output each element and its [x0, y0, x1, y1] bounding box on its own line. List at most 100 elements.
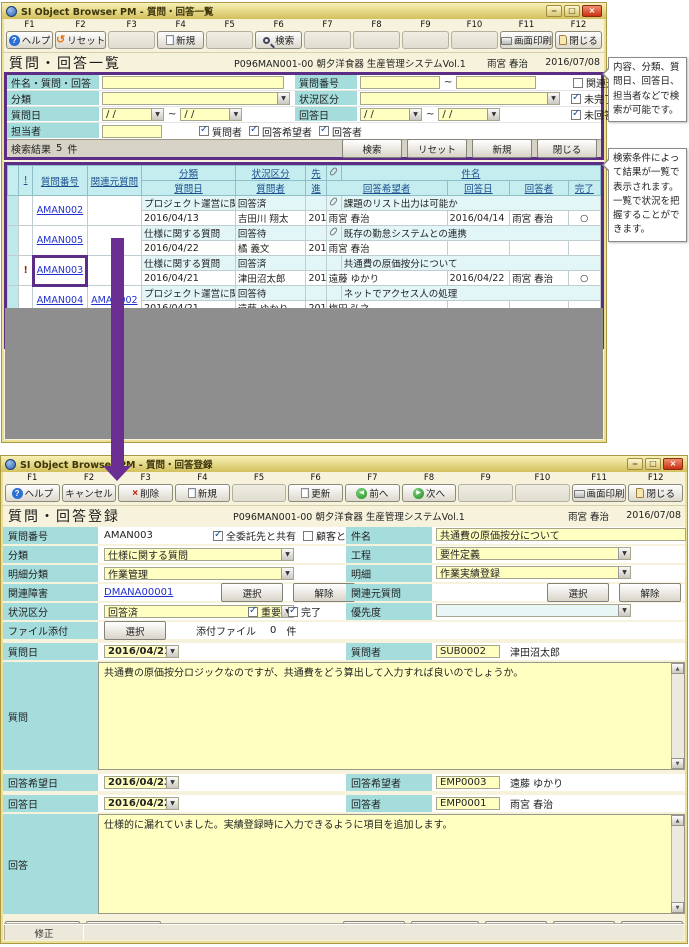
question-no-link[interactable]: AMAN004 — [37, 295, 83, 306]
question-textarea[interactable]: 共通費の原価按分ロジックなのですが、共通費をどう算出して入力すれば良いのでしょう… — [98, 662, 685, 770]
related-question-select-button[interactable]: 選択 — [547, 583, 609, 602]
fn-button-f12[interactable]: 閉じる — [628, 484, 683, 502]
fn-button-f8[interactable]: ▶次へ — [402, 484, 457, 502]
related-question-header[interactable]: 関連元質問 — [87, 166, 141, 196]
complete-checkbox[interactable] — [288, 607, 298, 617]
fn-button-empty[interactable] — [304, 31, 351, 49]
status-header[interactable]: 状況区分 — [235, 166, 306, 181]
include-related-checkbox[interactable] — [573, 78, 583, 88]
fn-button-empty[interactable] — [402, 31, 449, 49]
maximize-button[interactable]: □ — [564, 5, 580, 17]
fn-button-f11[interactable]: 画面印刷 — [500, 31, 553, 49]
fn-button-empty[interactable] — [515, 484, 570, 502]
answerer-code[interactable]: EMP0001 — [436, 797, 500, 810]
questioner-checkbox[interactable] — [199, 126, 209, 136]
question-no-header[interactable]: 質問番号 — [33, 166, 87, 196]
chevron-down-icon[interactable]: ▼ — [547, 93, 559, 104]
scroll-down-icon[interactable]: ▼ — [671, 758, 684, 769]
requester-checkbox[interactable] — [249, 126, 259, 136]
chevron-down-icon[interactable]: ▼ — [487, 109, 499, 120]
chevron-down-icon[interactable]: ▼ — [166, 798, 178, 809]
subject-header[interactable]: 件名 — [341, 166, 600, 181]
incomplete-checkbox[interactable] — [571, 94, 581, 104]
priority-dropdown[interactable]: ▼ — [436, 604, 631, 617]
chevron-down-icon[interactable]: ▼ — [166, 777, 178, 788]
detail-category-dropdown[interactable]: 作業管理▼ — [104, 567, 294, 580]
requester-code[interactable]: EMP0003 — [436, 776, 500, 789]
category-header[interactable]: 分類 — [142, 166, 236, 181]
fn-button-f6[interactable]: 検索 — [255, 31, 302, 49]
maximize-button[interactable]: □ — [645, 458, 661, 470]
reset-button[interactable]: リセット — [407, 139, 467, 158]
person-input[interactable] — [102, 125, 162, 138]
fn-button-f11[interactable]: 画面印刷 — [572, 484, 627, 502]
scroll-up-icon[interactable]: ▲ — [671, 663, 684, 674]
minimize-button[interactable]: ‒ — [627, 458, 643, 470]
fn-button-empty[interactable] — [458, 484, 513, 502]
chevron-down-icon[interactable]: ▼ — [618, 548, 630, 559]
important-checkbox[interactable] — [248, 607, 258, 617]
table-row[interactable]: AMAN002プロジェクト運営に関回答済課題のリスト出力は可能か — [8, 196, 601, 211]
question-no-link[interactable]: AMAN002 — [37, 205, 83, 216]
fn-button-f2[interactable]: キャンセル — [62, 484, 117, 502]
process-dropdown[interactable]: 要件定義▼ — [436, 547, 631, 560]
search-button[interactable]: 検索 — [342, 139, 402, 158]
scrollbar[interactable]: ▲ ▼ — [671, 663, 684, 769]
fn-button-empty[interactable] — [232, 484, 287, 502]
category-search-dropdown[interactable]: ▼ — [102, 92, 290, 105]
fn-button-f12[interactable]: 閉じる — [555, 31, 602, 49]
scroll-down-icon[interactable]: ▼ — [671, 902, 684, 913]
priority-header[interactable]: 先 — [306, 166, 326, 181]
table-row[interactable]: !AMAN003仕様に関する質問回答済共通費の原価按分について — [8, 256, 601, 271]
table-row[interactable]: AMAN004AMAN002プロジェクト運営に関回答待ネットでアクセス人の処理 — [8, 286, 601, 301]
fn-button-f4[interactable]: 新規 — [157, 31, 204, 49]
fn-button-f6[interactable]: 更新 — [288, 484, 343, 502]
related-fault-select-button[interactable]: 選択 — [221, 583, 283, 602]
fn-button-f2[interactable]: ↺リセット — [55, 31, 106, 49]
done-header[interactable]: 完了 — [568, 181, 600, 196]
chevron-down-icon[interactable]: ▼ — [281, 568, 293, 579]
close-button[interactable]: × — [663, 458, 683, 470]
title-bar[interactable]: SI Object Browser PM - 質問・回答一覧 ‒ □ × — [2, 3, 606, 19]
fn-button-f7[interactable]: ◀前へ — [345, 484, 400, 502]
chevron-down-icon[interactable]: ▼ — [151, 109, 163, 120]
chevron-down-icon[interactable]: ▼ — [618, 605, 630, 616]
answer-date-input[interactable]: 2016/04/22▼ — [104, 797, 179, 810]
chevron-down-icon[interactable]: ▼ — [618, 567, 630, 578]
status-search-dropdown[interactable]: ▼ — [360, 92, 560, 105]
progress-header[interactable]: 進 — [306, 181, 326, 196]
fn-button-f1[interactable]: ?ヘルプ — [6, 31, 53, 49]
related-fault-link[interactable]: DMANA00001 — [104, 587, 173, 598]
chevron-down-icon[interactable]: ▼ — [281, 549, 293, 560]
questioner-code[interactable]: SUB0002 — [436, 645, 500, 658]
new-button[interactable]: 新規 — [472, 139, 532, 158]
requested-date-input[interactable]: 2016/04/23▼ — [104, 776, 179, 789]
subject-search-input[interactable] — [102, 76, 284, 89]
question-date-to[interactable]: / /▼ — [180, 108, 242, 121]
answer-date-from[interactable]: / /▼ — [360, 108, 422, 121]
share-vendor-checkbox[interactable] — [213, 531, 223, 541]
answer-date-to[interactable]: / /▼ — [438, 108, 500, 121]
detail-dropdown[interactable]: 作業実績登録▼ — [436, 566, 631, 579]
related-question-release-button[interactable]: 解除 — [619, 583, 681, 602]
file-select-button[interactable]: 選択 — [104, 621, 166, 640]
fn-button-f1[interactable]: ?ヘルプ — [5, 484, 60, 502]
answerer-header[interactable]: 回答者 — [510, 181, 568, 196]
fn-button-empty[interactable] — [353, 31, 400, 49]
fn-button-empty[interactable] — [206, 31, 253, 49]
fn-button-f4[interactable]: 新規 — [175, 484, 230, 502]
important-header[interactable]: ! — [19, 166, 33, 196]
fn-button-f3[interactable]: ×削除 — [118, 484, 173, 502]
answer-date-header[interactable]: 回答日 — [447, 181, 510, 196]
category-dropdown[interactable]: 仕様に関する質問▼ — [104, 548, 294, 561]
chevron-down-icon[interactable]: ▼ — [229, 109, 241, 120]
question-no-from-input[interactable] — [360, 76, 440, 89]
scrollbar[interactable]: ▲ ▼ — [671, 815, 684, 913]
answerer-checkbox[interactable] — [319, 126, 329, 136]
questioner-header[interactable]: 質問者 — [235, 181, 306, 196]
fn-button-empty[interactable] — [108, 31, 155, 49]
question-date-from[interactable]: / /▼ — [102, 108, 164, 121]
attachment-header[interactable] — [326, 166, 341, 181]
share-customer-checkbox[interactable] — [303, 531, 313, 541]
scroll-up-icon[interactable]: ▲ — [671, 815, 684, 826]
